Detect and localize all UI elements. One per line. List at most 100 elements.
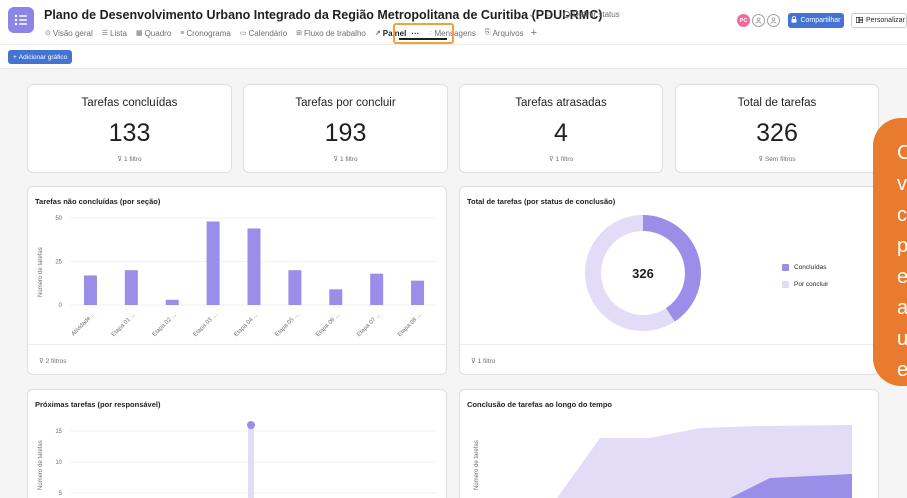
bar — [248, 425, 254, 498]
bar-point — [247, 421, 255, 429]
callout-text-fragment: v — [897, 173, 907, 195]
lock-icon — [791, 16, 797, 25]
chart-filter-label: 1 filtro — [477, 358, 496, 365]
bar — [370, 273, 384, 305]
files-icon: ⎘ — [484, 29, 491, 36]
add-chart-button[interactable]: + Adicionar gráfico — [8, 50, 73, 64]
legend-label: Concluídas — [794, 264, 827, 271]
tab-label: Arquivos — [492, 28, 524, 38]
overview-icon: ⊙ — [45, 30, 51, 37]
list-icon: ☰ — [101, 30, 109, 37]
chart-footer: ⊽ 1 filtro — [460, 344, 878, 374]
kpi-filter-label: 1 filtro — [339, 156, 358, 163]
filter-icon: ⊽ — [333, 156, 340, 163]
tab-calendar[interactable]: ▭ Calendário — [240, 27, 287, 39]
callout-text-fragment: u — [897, 328, 907, 350]
dashboard-icon: ↗ — [374, 30, 381, 37]
project-title[interactable]: Plano de Desenvolvimento Urbano Integrad… — [44, 8, 602, 22]
customize-label: Personalizar — [866, 17, 905, 24]
share-button[interactable]: Compartilhar — [788, 13, 844, 28]
x-tick-label: Etapa 07 ... — [356, 312, 382, 337]
members-avatars[interactable]: PC — [737, 14, 780, 27]
upcoming-tasks-chart: 5 10 15 — [55, 421, 438, 498]
filter-icon: ⊽ — [117, 156, 124, 163]
kpi-filter[interactable]: ⊽ 1 filtro — [244, 155, 447, 163]
kpi-card-overdue[interactable]: Tarefas atrasadas 4 ⊽ 1 filtro — [459, 84, 663, 173]
chart-filter-label: 2 filtros — [45, 358, 67, 365]
x-tick-label: Etapa 05 ... — [274, 312, 300, 337]
user-icon[interactable] — [752, 14, 765, 27]
status-label: Definir status — [573, 10, 620, 19]
add-chart-label: Adicionar gráfico — [18, 53, 68, 61]
tab-workflow[interactable]: ⊞ Fluxo de trabalho — [296, 27, 366, 39]
project-header: Plano de Desenvolvimento Urbano Integrad… — [0, 0, 907, 44]
tab-label: Visão geral — [52, 28, 93, 38]
add-tab-icon[interactable]: + — [531, 27, 537, 39]
project-menu-icon[interactable] — [8, 7, 34, 33]
status-circle-icon — [563, 11, 570, 18]
chart-filter[interactable]: ⊽ 1 filtro — [471, 357, 495, 365]
callout-text-fragment: e — [897, 266, 907, 288]
tab-overview[interactable]: ⊙ Visão geral — [45, 27, 93, 39]
kpi-filter-label: Sem filtros — [764, 156, 796, 163]
x-tick-label: Etapa 03 ... — [193, 312, 219, 337]
callout-text-fragment: C — [897, 142, 907, 164]
kpi-filter[interactable]: ⊽ 1 filtro — [460, 155, 662, 163]
tab-label: Cronograma — [186, 28, 231, 38]
bar-chart: 0 25 50 Atividade... Etapa 01 ... Etapa 02 ..… — [55, 216, 438, 337]
y-tick-label: 0 — [59, 303, 63, 309]
set-status-button[interactable]: Definir status — [563, 10, 620, 19]
chart-footer: ⊽ 2 filtros — [28, 344, 446, 374]
kpi-filter-label: 1 filtro — [555, 156, 574, 163]
kpi-card-pending[interactable]: Tarefas por concluir 193 ⊽ 1 filtro — [243, 84, 448, 173]
active-tab-highlight — [393, 23, 454, 44]
completion-area-chart — [557, 425, 852, 498]
share-label: Compartilhar — [800, 17, 841, 24]
x-tick-label: Etapa 08 ... — [397, 312, 423, 337]
filter-icon: ⊽ — [39, 358, 46, 365]
plus-icon: + — [13, 53, 17, 61]
bar — [124, 270, 138, 305]
calendar-icon: ▭ — [239, 30, 247, 37]
completion-over-time-card[interactable]: Conclusão de tarefas ao longo do tempo N… — [459, 389, 879, 498]
user-icon[interactable] — [767, 14, 780, 27]
kpi-filter-label: 1 filtro — [123, 156, 142, 163]
bar-chart-card[interactable]: Tarefas não concluídas (por seção) Númer… — [27, 186, 447, 375]
kpi-filter[interactable]: ⊽ Sem filtros — [676, 155, 878, 163]
bar — [206, 221, 220, 305]
x-tick-label: Etapa 06 ... — [315, 312, 341, 337]
kpi-card-completed[interactable]: Tarefas concluídas 133 ⊽ 1 filtro — [27, 84, 232, 173]
chevron-down-icon[interactable]: ⌄ — [528, 9, 536, 20]
bar — [329, 289, 343, 305]
kpi-title: Tarefas concluídas — [81, 97, 178, 109]
filter-icon: ⊽ — [471, 358, 478, 365]
tab-files[interactable]: ⎘ Arquivos — [485, 27, 524, 39]
avatar[interactable]: PC — [737, 14, 750, 27]
legend-swatch — [782, 264, 789, 271]
legend-label: Por concluir — [794, 281, 829, 288]
kpi-card-total[interactable]: Total de tarefas 326 ⊽ Sem filtros — [675, 84, 879, 173]
kpi-value: 133 — [108, 119, 151, 147]
customize-button[interactable]: Personalizar — [851, 13, 907, 28]
tab-list[interactable]: ☰ Lista — [102, 27, 127, 39]
bar — [83, 275, 97, 305]
x-tick-label: Atividade... — [71, 312, 96, 337]
tab-timeline[interactable]: ≡ Cronograma — [180, 27, 231, 39]
kpi-filter[interactable]: ⊽ 1 filtro — [28, 155, 231, 163]
callout-text-fragment: p — [897, 235, 907, 257]
filter-icon: ⊽ — [758, 156, 765, 163]
chart-filter[interactable]: ⊽ 2 filtros — [39, 357, 67, 365]
bar — [288, 270, 302, 305]
tab-board[interactable]: ▦ Quadro — [136, 27, 171, 39]
legend-swatch — [782, 281, 789, 288]
kpi-value: 193 — [324, 119, 367, 147]
tab-label: Calendário — [248, 28, 288, 38]
bar — [411, 280, 425, 305]
y-tick-label: 15 — [55, 429, 62, 435]
tutorial-callout: Cvcpeaue — [873, 118, 907, 386]
donut-chart-card[interactable]: Total de tarefas (por status de conclusã… — [459, 186, 879, 375]
upcoming-tasks-card[interactable]: Próximas tarefas (por responsável) Númer… — [27, 389, 447, 498]
callout-text-fragment: c — [897, 204, 907, 226]
y-tick-label: 50 — [55, 216, 62, 222]
star-icon[interactable]: ☆ — [544, 9, 553, 20]
